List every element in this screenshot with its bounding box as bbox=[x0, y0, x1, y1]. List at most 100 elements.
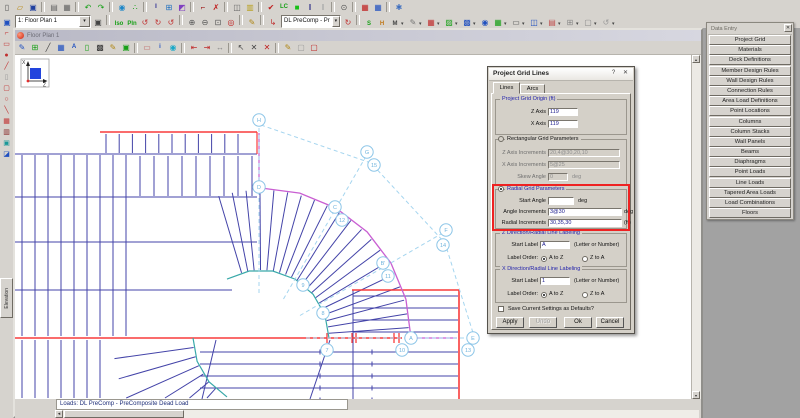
grid-bubble-7[interactable]: 7 bbox=[321, 344, 333, 356]
data-entry-wall-panels[interactable]: Wall Panels bbox=[709, 137, 791, 147]
zoom-window-icon[interactable]: ⊡ bbox=[212, 17, 224, 28]
label-tool-icon[interactable]: A bbox=[68, 42, 80, 53]
delete-red-icon[interactable]: ✕ bbox=[261, 42, 273, 53]
cancel-button[interactable]: Cancel bbox=[596, 317, 624, 328]
globe-small-icon[interactable]: ◉ bbox=[479, 17, 491, 28]
flag-icon[interactable]: ⌐ bbox=[197, 2, 209, 13]
close-icon[interactable]: ✕ bbox=[621, 69, 630, 78]
add-grid-icon[interactable]: ⊞ bbox=[29, 42, 41, 53]
props-pencil-icon[interactable]: ✎ bbox=[282, 42, 294, 53]
red-grid-icon[interactable]: ▦ bbox=[359, 2, 371, 13]
tab-lines[interactable]: Lines bbox=[493, 82, 520, 94]
globe-icon[interactable]: ◉ bbox=[116, 2, 128, 13]
copy-icon[interactable]: ▤ bbox=[48, 2, 60, 13]
opening-layout-icon[interactable]: ▢ bbox=[1, 84, 12, 94]
target-icon[interactable]: ◉ bbox=[167, 42, 179, 53]
undo-icon[interactable]: ↶ bbox=[82, 2, 94, 13]
radial-grid-radio[interactable] bbox=[498, 186, 504, 192]
load-case-icon[interactable]: LC bbox=[278, 2, 290, 13]
deck-layout-icon[interactable]: ▦ bbox=[1, 117, 12, 127]
slab-edge-icon[interactable]: ╲ bbox=[1, 106, 12, 116]
data-entry-line-loads[interactable]: Line Loads bbox=[709, 178, 791, 188]
help-icon[interactable]: ? bbox=[609, 69, 618, 78]
view-selector[interactable]: 1: Floor Plan 1 ▾ bbox=[15, 15, 91, 28]
dropdown-arrow-icon[interactable]: ▾ bbox=[612, 21, 617, 27]
grid-bubble-10[interactable]: 10 bbox=[396, 344, 408, 356]
z-axis-input[interactable] bbox=[548, 108, 578, 116]
print-icon[interactable]: ▦ bbox=[61, 2, 73, 13]
window-grid-icon[interactable]: ◫ bbox=[231, 2, 243, 13]
scrollbar-thumb[interactable] bbox=[64, 410, 184, 418]
draw-line-icon[interactable]: ╱ bbox=[42, 42, 54, 53]
load-case-selector[interactable]: DL PreComp - Pr ▾ bbox=[281, 15, 341, 28]
grid-bubble-E[interactable]: E bbox=[467, 332, 479, 344]
edit-tool-icon[interactable]: ✎ bbox=[107, 42, 119, 53]
column-layout-icon[interactable]: ● bbox=[1, 51, 12, 61]
grid-bubble-A[interactable]: A bbox=[405, 332, 417, 344]
datum-tool-icon[interactable]: ⌐ bbox=[1, 29, 12, 39]
undo-button[interactable]: Undo bbox=[529, 317, 557, 328]
data-entry-diaphragms[interactable]: Diaphragms bbox=[709, 157, 791, 167]
lock-tool-icon[interactable]: ◪ bbox=[1, 150, 12, 160]
deck-blue-icon[interactable]: ▩ bbox=[461, 17, 473, 28]
ibeam-icon[interactable]: I bbox=[150, 2, 162, 13]
grid-bubble-13[interactable]: 13 bbox=[462, 344, 474, 356]
new-window-icon[interactable]: ▣ bbox=[1, 17, 13, 28]
shade-icon[interactable]: ▢ bbox=[582, 17, 594, 28]
green-square-icon[interactable]: ■ bbox=[291, 2, 303, 13]
dropdown-arrow-icon[interactable]: ▾ bbox=[401, 21, 406, 27]
apply-button[interactable]: Apply bbox=[496, 317, 524, 328]
pause-bars-icon[interactable]: ‖ bbox=[304, 2, 316, 13]
grid-bubble-H[interactable]: H bbox=[253, 114, 265, 126]
find-page-icon[interactable]: ⊙ bbox=[338, 2, 350, 13]
x-axis-input[interactable] bbox=[548, 120, 578, 128]
data-entry-load-combinations[interactable]: Load Combinations bbox=[709, 198, 791, 208]
scroll-up-icon[interactable]: ▴ bbox=[692, 55, 700, 63]
radial-increments-input[interactable] bbox=[548, 219, 622, 227]
dropdown-arrow-icon[interactable]: ▾ bbox=[558, 21, 563, 27]
x-order-az-radio[interactable] bbox=[541, 292, 547, 298]
eraser-icon[interactable]: ▭ bbox=[141, 42, 153, 53]
zoom-target-icon[interactable]: ◎ bbox=[225, 17, 237, 28]
data-entry-area-load-definitions[interactable]: Area Load Definitions bbox=[709, 96, 791, 106]
grid-bubble-15[interactable]: 15 bbox=[368, 159, 380, 171]
data-entry-floors[interactable]: Floors bbox=[709, 208, 791, 218]
load-layout-icon[interactable]: ▥ bbox=[1, 128, 12, 138]
deck-red-icon[interactable]: ▦ bbox=[425, 17, 437, 28]
grid-bubble-12[interactable]: 12 bbox=[336, 214, 348, 226]
data-entry-member-design-rules[interactable]: Member Design Rules bbox=[709, 66, 791, 76]
dropdown-arrow-icon[interactable]: ▾ bbox=[419, 21, 424, 27]
grid-add-icon[interactable]: ⊞ bbox=[163, 2, 175, 13]
frame-display-icon[interactable]: ▭ bbox=[510, 17, 522, 28]
angle-increments-input[interactable] bbox=[548, 208, 622, 216]
penetration-icon[interactable]: ○ bbox=[1, 95, 12, 105]
x-order-za-radio[interactable] bbox=[582, 292, 588, 298]
move-icon[interactable]: ↔ bbox=[214, 42, 226, 53]
dropdown-arrow-icon[interactable]: ▾ bbox=[594, 21, 599, 27]
annotate-pencil-icon[interactable]: ✎ bbox=[246, 17, 258, 28]
data-entry-project-grid[interactable]: Project Grid bbox=[709, 35, 791, 45]
teal-tool-icon[interactable]: ▣ bbox=[1, 139, 12, 149]
grid-bubble-D[interactable]: D bbox=[253, 181, 265, 193]
help-gear-icon[interactable]: ✱ bbox=[393, 2, 405, 13]
blank-box-icon[interactable]: ▢ bbox=[295, 42, 307, 53]
load-arrow-icon[interactable]: ↳ bbox=[267, 17, 279, 28]
dropdown-arrow-icon[interactable]: ▾ bbox=[576, 21, 581, 27]
dropdown-arrow-icon[interactable]: ▾ bbox=[540, 21, 545, 27]
blue-grid-icon[interactable]: ▦ bbox=[372, 2, 384, 13]
data-entry-materials[interactable]: Materials bbox=[709, 45, 791, 55]
dropdown-arrow-icon[interactable]: ▾ bbox=[455, 21, 460, 27]
horizontal-scrollbar[interactable]: ◂ bbox=[15, 410, 701, 418]
stretch-left-icon[interactable]: ⇤ bbox=[188, 42, 200, 53]
data-entry-column-stacks[interactable]: Column Stacks bbox=[709, 127, 791, 137]
start-angle-input[interactable] bbox=[548, 197, 574, 205]
redo-icon[interactable]: ↷ bbox=[95, 2, 107, 13]
fill-tool-icon[interactable]: ▩ bbox=[94, 42, 106, 53]
close-icon[interactable]: ✕ bbox=[784, 24, 792, 32]
green-tool-icon[interactable]: ▣ bbox=[120, 42, 132, 53]
wall-display-icon[interactable]: ◫ bbox=[528, 17, 540, 28]
brace-layout-icon[interactable]: ╱ bbox=[1, 62, 12, 72]
x-start-input[interactable] bbox=[540, 277, 570, 285]
chevron-down-icon[interactable]: ▾ bbox=[79, 16, 90, 27]
info-icon[interactable]: i bbox=[154, 42, 166, 53]
